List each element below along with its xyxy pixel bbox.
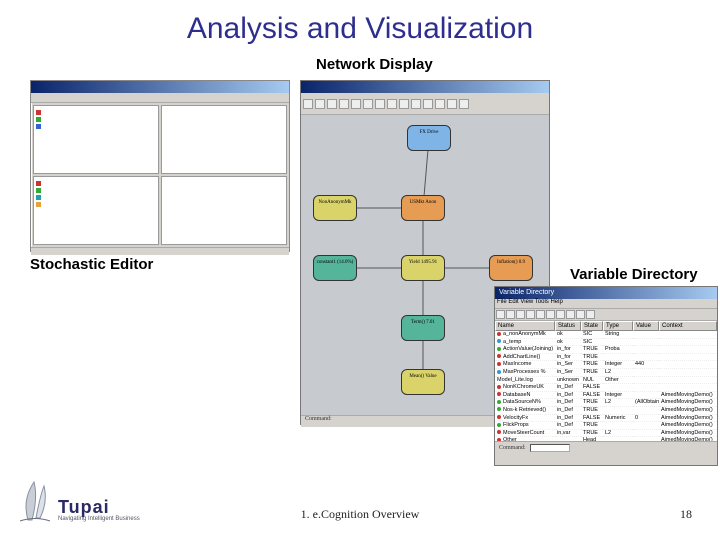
variable-table: NameStatusStateTypeValueContext a_nonAno…: [495, 321, 717, 441]
table-row[interactable]: a_tempokSIC: [495, 339, 717, 347]
column-header[interactable]: Name: [495, 321, 555, 331]
network-node[interactable]: Inflation() 0.9: [489, 255, 533, 281]
network-node[interactable]: USMkt Anon: [401, 195, 445, 221]
chart-panel: [33, 105, 159, 174]
chart-panel: [33, 176, 159, 245]
slide-title: Analysis and Visualization: [0, 0, 720, 46]
column-header[interactable]: Status: [555, 321, 581, 331]
column-header[interactable]: Type: [603, 321, 633, 331]
table-row[interactable]: MaxIncomein_SerTRUEInteger440: [495, 361, 717, 369]
column-header[interactable]: State: [581, 321, 603, 331]
status-bar: Command:: [495, 441, 717, 453]
variable-directory-window: Variable Directory File Edit View Tools …: [494, 286, 718, 466]
status-bar: [31, 247, 289, 255]
table-row[interactable]: AddChartLine()in_forTRUE: [495, 354, 717, 362]
label-network-display: Network Display: [316, 56, 433, 73]
table-row[interactable]: ActionValue(Joining)in_forTRUEProba: [495, 346, 717, 354]
table-row[interactable]: OtherHeadAimedMovingDemo(): [495, 437, 717, 441]
label-stochastic-editor: Stochastic Editor: [30, 256, 153, 273]
network-node[interactable]: FX Drive: [407, 125, 451, 151]
table-row[interactable]: Model_Lite.logunknownNULOther: [495, 377, 717, 385]
table-row[interactable]: MaxProcesses %in_SerTRUEL2: [495, 369, 717, 377]
stochastic-editor-window: [30, 80, 290, 252]
table-row[interactable]: Nos-k Retrieved()in_DefTRUEAimedMovingDe…: [495, 407, 717, 415]
table-row[interactable]: MoveSteerCountin,varTRUEL2AimedMovingDem…: [495, 430, 717, 438]
network-node[interactable]: NonAnonymMk: [313, 195, 357, 221]
titlebar: [31, 81, 289, 93]
status-label: Command:: [499, 445, 526, 451]
table-header: NameStatusStateTypeValueContext: [495, 321, 717, 331]
table-row[interactable]: NonKChromeUKin_DefFALSE: [495, 384, 717, 392]
menu-bar: File Edit View Tools Help: [495, 299, 717, 309]
table-row[interactable]: FlickPropsin_DefTRUEAimedMovingDemo(): [495, 422, 717, 430]
network-node[interactable]: constant1 (14.0%): [313, 255, 357, 281]
table-row[interactable]: VelocityFxin_DefFALSENumeric0AimedMoving…: [495, 415, 717, 423]
titlebar: Variable Directory: [495, 287, 717, 299]
slide-footer: Tupai Navigating Intelligent Business 1.…: [0, 480, 720, 522]
column-header[interactable]: Value: [633, 321, 659, 331]
toolbar: [301, 93, 549, 115]
command-field[interactable]: [530, 444, 570, 452]
chart-panel: [161, 105, 287, 174]
table-row[interactable]: a_nonAnonymMkokSICString: [495, 331, 717, 339]
network-node[interactable]: Term() 7.01: [401, 315, 445, 341]
titlebar: [301, 81, 549, 93]
column-header[interactable]: Context: [659, 321, 717, 331]
toolbar: [31, 93, 289, 103]
table-row[interactable]: DatabaseNin_DefFALSEIntegerAimedMovingDe…: [495, 392, 717, 400]
toolbar: [495, 309, 717, 321]
chart-panel: [161, 176, 287, 245]
label-variable-directory: Variable Directory: [570, 266, 698, 283]
network-node[interactable]: Yield 1495.91: [401, 255, 445, 281]
network-node[interactable]: Mean() Value: [401, 369, 445, 395]
footer-section-title: 1. e.Cognition Overview: [0, 507, 720, 522]
table-row[interactable]: DataSourceN%in_DefTRUEL2(AllObtain())Aim…: [495, 399, 717, 407]
chart-grid: [31, 103, 289, 247]
